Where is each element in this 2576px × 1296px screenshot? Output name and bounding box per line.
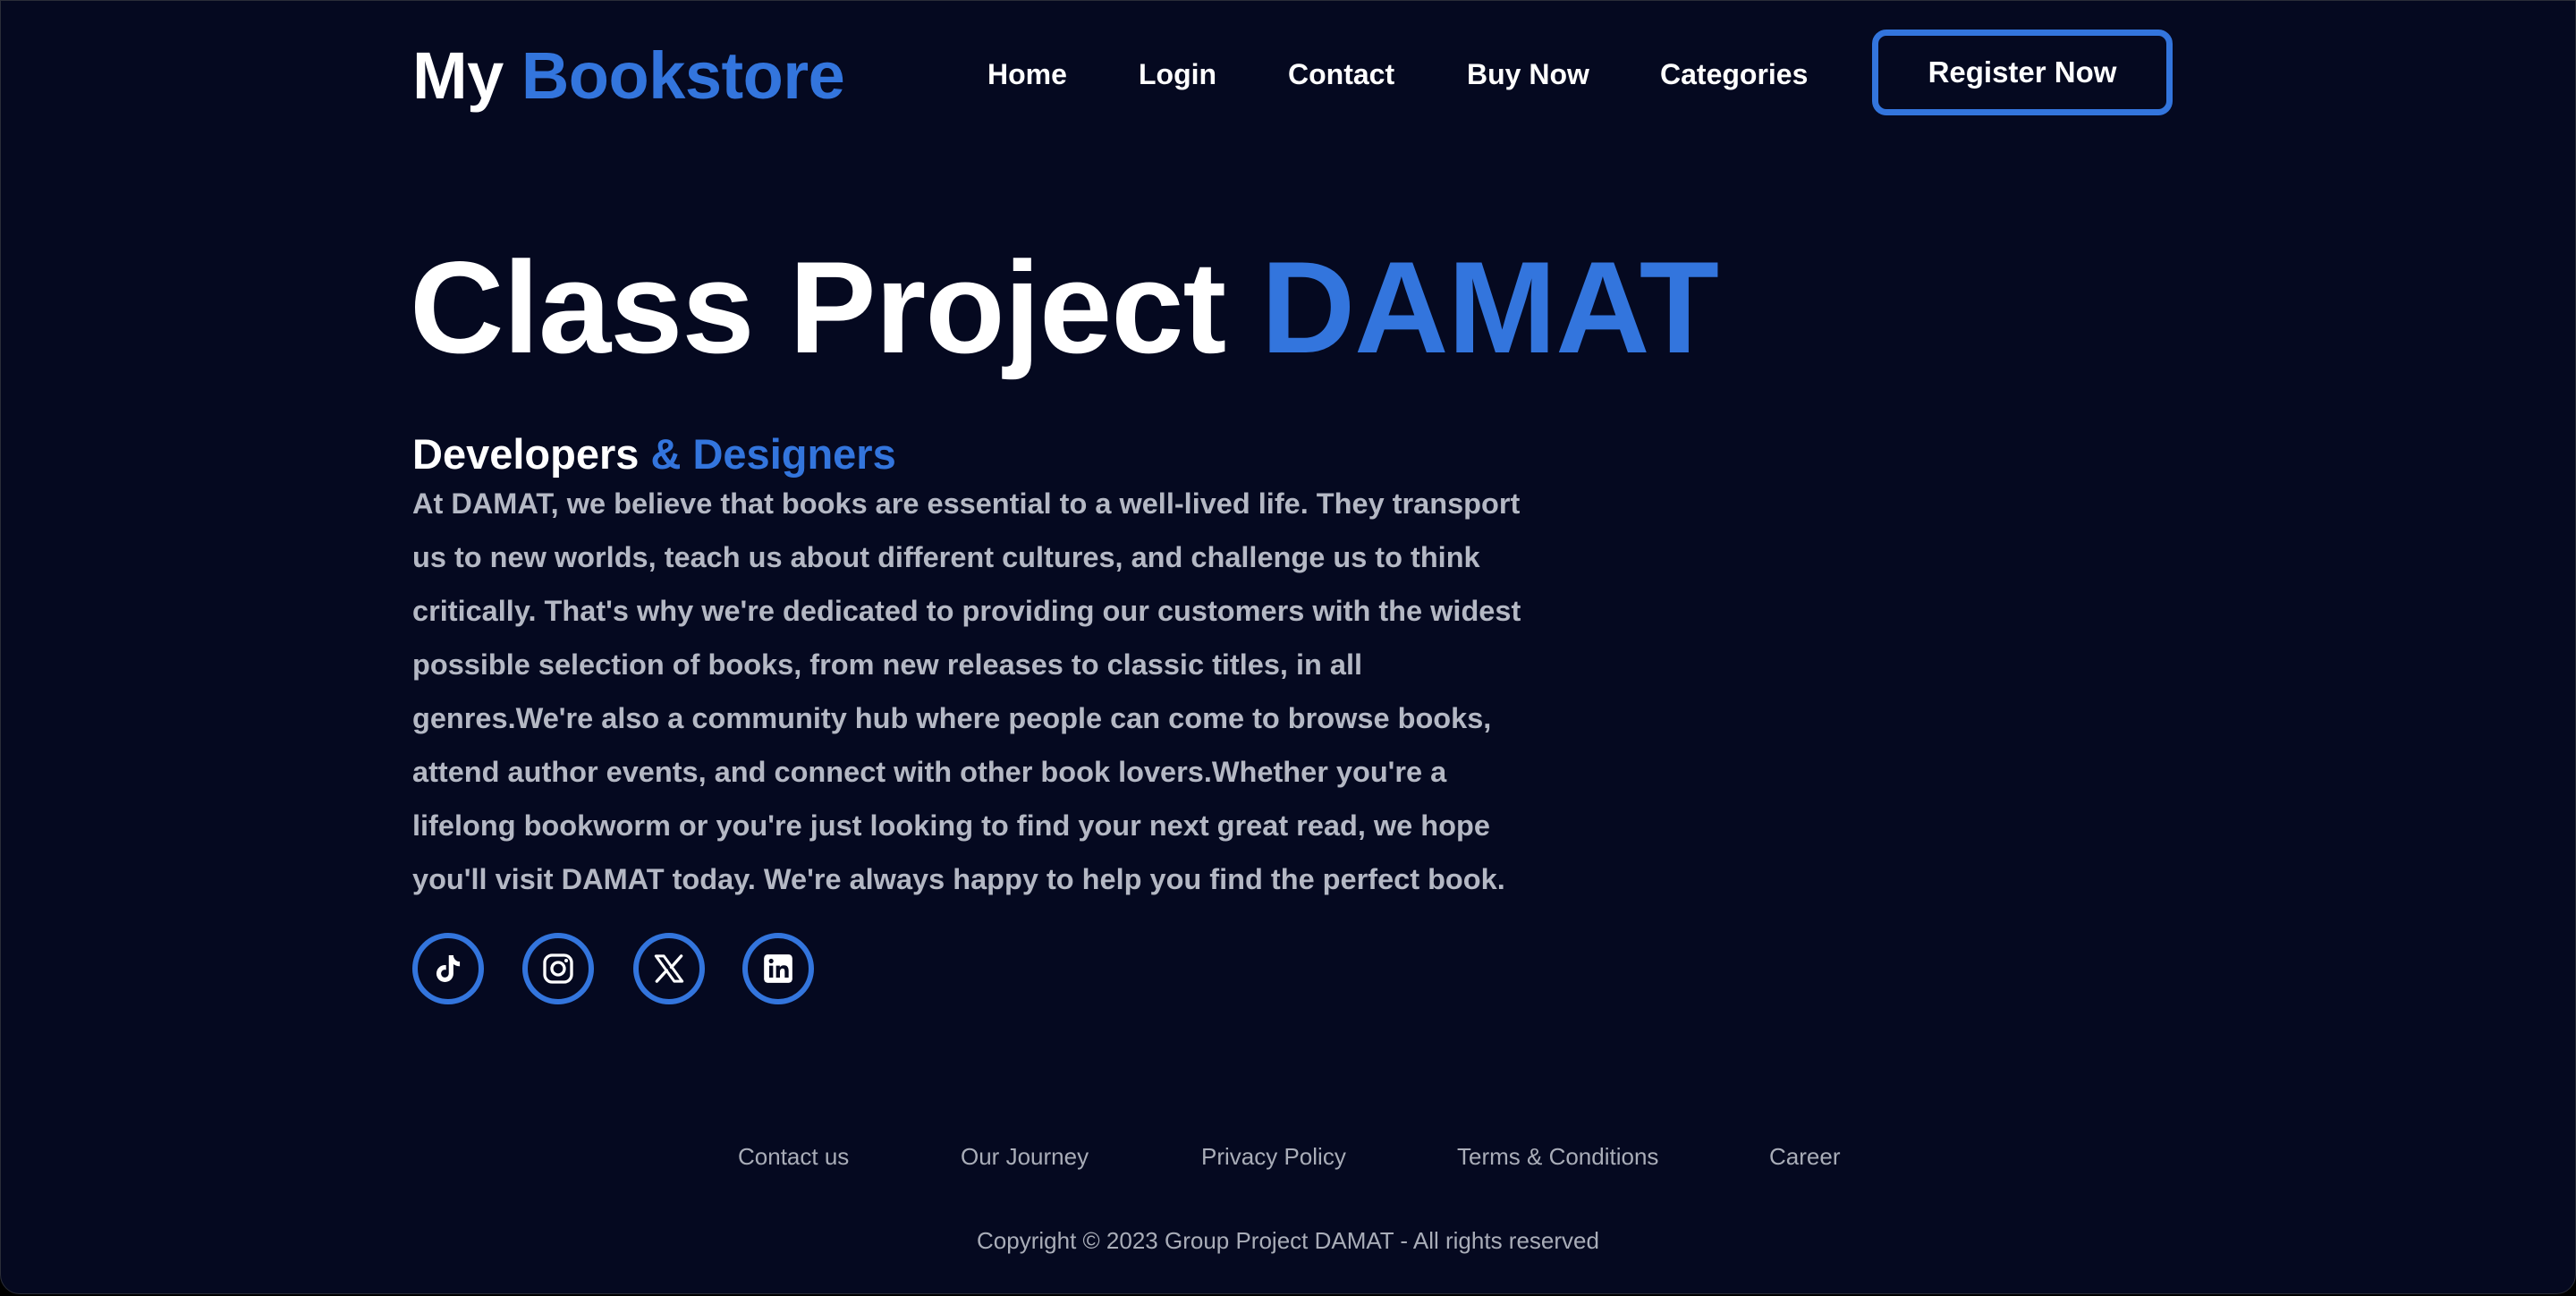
instagram-link[interactable]	[522, 933, 594, 1004]
x-icon	[651, 951, 687, 987]
logo-text-accent: Bookstore	[521, 38, 845, 113]
tiktok-link[interactable]	[412, 933, 484, 1004]
hero-subtitle-primary: Developers	[412, 430, 651, 478]
site-logo[interactable]: My Bookstore	[412, 35, 845, 117]
footer-link-career[interactable]: Career	[1769, 1139, 1840, 1174]
hero-subtitle-accent: & Designers	[650, 430, 896, 478]
linkedin-link[interactable]	[742, 933, 814, 1004]
footer-link-privacy-policy[interactable]: Privacy Policy	[1201, 1139, 1346, 1174]
browser-viewport: My Bookstore Home Login Contact Buy Now …	[0, 0, 2576, 1294]
instagram-icon	[540, 951, 576, 987]
footer-link-contact-us[interactable]: Contact us	[738, 1139, 849, 1174]
nav-link-contact[interactable]: Contact	[1288, 51, 1394, 97]
tiktok-icon	[430, 951, 466, 987]
nav-link-home[interactable]: Home	[987, 51, 1067, 97]
register-now-button[interactable]: Register Now	[1872, 30, 2173, 115]
copyright-notice: Copyright © 2023 Group Project DAMAT - A…	[977, 1227, 1599, 1254]
hero-title-primary: Class Project	[410, 234, 1261, 380]
footer-link-terms-conditions[interactable]: Terms & Conditions	[1457, 1139, 1658, 1174]
nav-link-buy-now[interactable]: Buy Now	[1467, 51, 1589, 97]
nav-link-categories[interactable]: Categories	[1660, 51, 1808, 97]
hero-title-accent: DAMAT	[1260, 234, 1719, 380]
logo-text-primary: My	[412, 38, 521, 113]
linkedin-icon	[760, 951, 796, 987]
nav-link-login[interactable]: Login	[1139, 51, 1216, 97]
hero-title: Class Project DAMAT	[410, 241, 1719, 375]
hero-subtitle: Developers & Designers	[412, 430, 896, 479]
hero-description: At DAMAT, we believe that books are esse…	[412, 487, 1521, 895]
footer-link-our-journey[interactable]: Our Journey	[961, 1139, 1089, 1174]
x-link[interactable]	[633, 933, 705, 1004]
